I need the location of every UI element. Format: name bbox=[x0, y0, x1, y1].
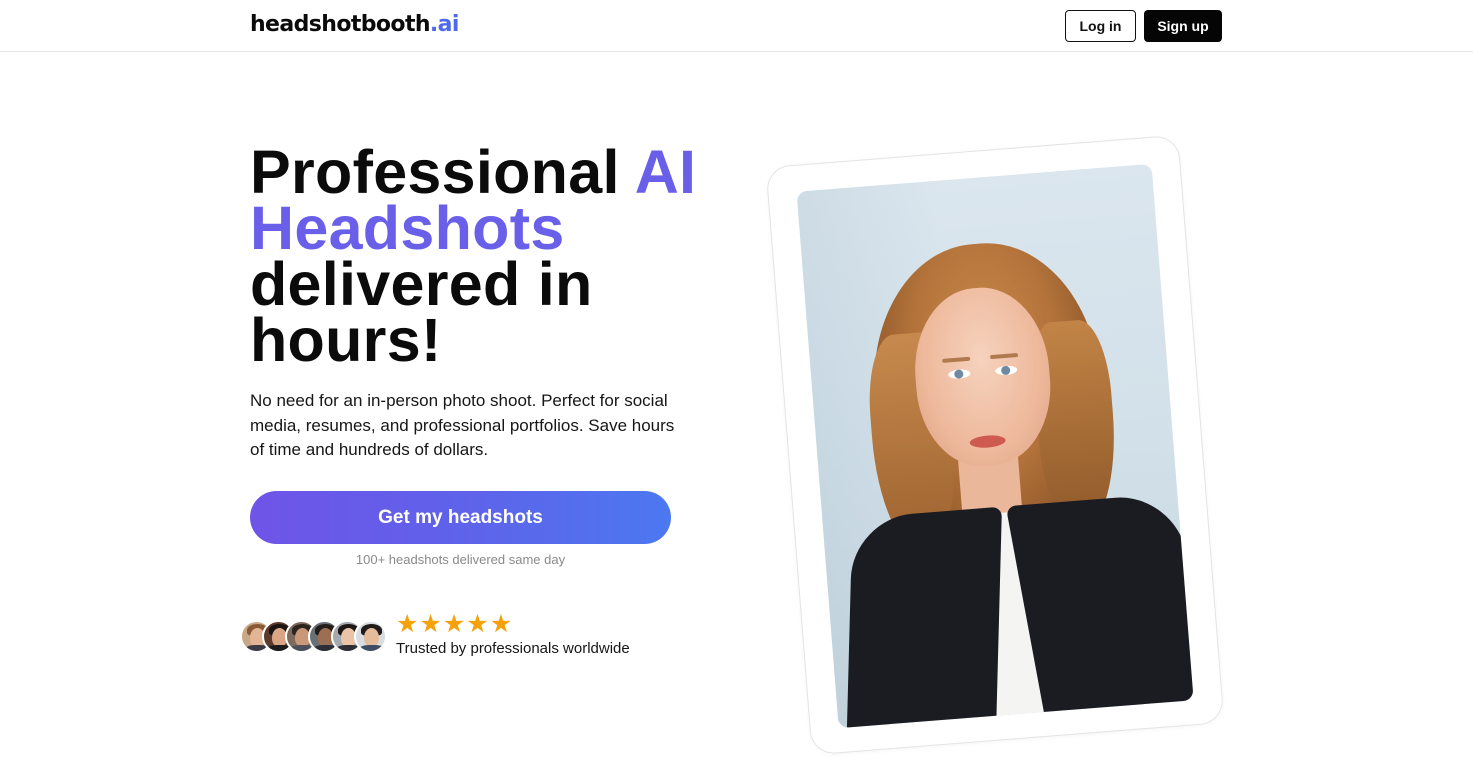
login-button[interactable]: Log in bbox=[1065, 10, 1136, 42]
signup-button[interactable]: Sign up bbox=[1144, 10, 1222, 42]
hero-title: Professional AI Headshots delivered in h… bbox=[250, 142, 710, 371]
logo-text: headshotbooth bbox=[250, 12, 431, 37]
hero-title-accent-ai: AI bbox=[634, 138, 697, 206]
customer-avatar bbox=[354, 620, 387, 653]
sample-headshot-photo bbox=[796, 163, 1194, 729]
cta-note: 100+ headshots delivered same day bbox=[355, 552, 566, 567]
star-icon: ★ bbox=[489, 609, 513, 638]
star-icon: ★ bbox=[419, 609, 442, 638]
star-icon: ★ bbox=[466, 609, 489, 638]
trust-text: Trusted by professionals worldwide bbox=[396, 640, 630, 657]
top-navbar: headshotbooth.ai Log in Sign up bbox=[0, 0, 1473, 52]
hero-title-part2: delivered in hours! bbox=[250, 250, 593, 374]
star-icon: ★ bbox=[442, 609, 466, 638]
brand-logo[interactable]: headshotbooth.ai bbox=[250, 12, 459, 37]
get-headshots-button[interactable]: Get my headshots bbox=[250, 491, 671, 544]
logo-tld: .ai bbox=[429, 12, 460, 37]
rating-stars: ★ ★ ★ ★ ★ bbox=[396, 611, 512, 637]
headshot-frame bbox=[765, 134, 1225, 756]
hero-subtitle: No need for an in-person photo shoot. Pe… bbox=[250, 391, 675, 459]
star-icon: ★ bbox=[396, 609, 419, 638]
